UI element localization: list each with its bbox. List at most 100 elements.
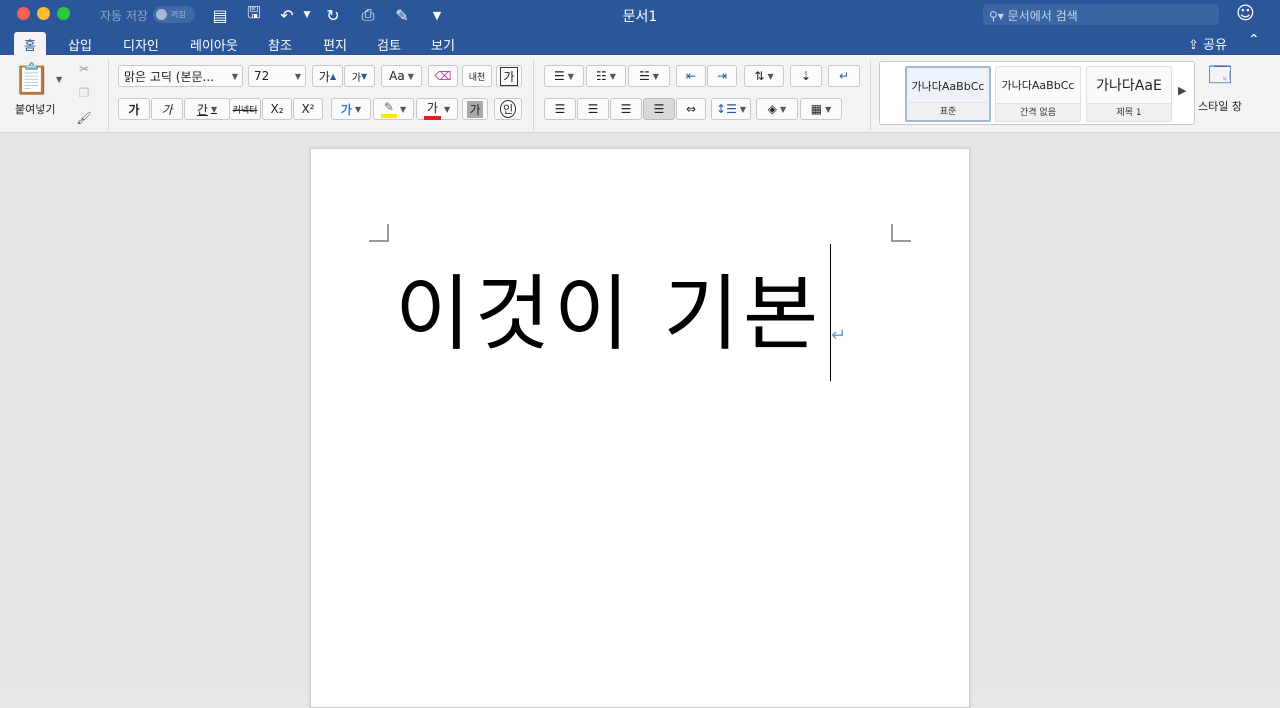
tab-references[interactable]: 참조 [258,32,302,55]
increase-indent-icon[interactable]: ⇥ [707,65,737,87]
character-border-label: 가 [500,66,518,86]
customize-toolbar-icon[interactable]: ▼ [426,4,448,26]
paste-icon[interactable]: 📋 [12,59,52,99]
character-shading-label: 가 [467,100,483,118]
grow-font-button[interactable]: 가 ▲ [312,65,343,87]
line-spacing-button[interactable]: ↕☰ ▼ [711,98,751,120]
font-name-select[interactable]: 맑은 고딕 (본문... ▼ [118,65,243,87]
tab-mailings[interactable]: 편지 [313,32,357,55]
multilevel-list-button[interactable]: ☱ ▼ [628,65,670,87]
phonetic-guide-button[interactable]: 내천 [462,65,492,87]
text-effects-dropdown-icon: ▼ [354,104,362,114]
font-size-select[interactable]: 72 ▼ [248,65,306,87]
tab-layout[interactable]: 레이아웃 [180,32,248,55]
tab-home[interactable]: 홈 [14,32,46,55]
copy-icon[interactable]: ❐ [73,82,95,104]
title-bar: 자동 저장 꺼짐 ▤ 🖫 ↶ ▼ ↻ ⎙ ✎ ▼ 문서1 ⚲▾ 문서에서 검색 … [0,0,1280,30]
clear-formatting-icon[interactable]: ⌫ [428,65,458,87]
document-body-text[interactable]: 이것이 기본 [395,267,822,363]
tab-view[interactable]: 보기 [421,32,465,55]
zoom-window-button[interactable] [57,7,70,20]
justify-icon[interactable]: ☰ [643,98,675,120]
highlight-button[interactable]: ✎ ▼ [373,98,414,120]
print-icon[interactable]: ⎙ [357,4,379,26]
shading-button[interactable]: ◈ ▼ [756,98,798,120]
redo-icon[interactable]: ↻ [322,4,344,26]
paste-dropdown-icon[interactable]: ▼ [56,75,62,84]
tab-design[interactable]: 디자인 [113,32,169,55]
group-separator [870,60,871,130]
show-formatting-marks-icon[interactable]: ↵ [828,65,860,87]
collapse-ribbon-icon[interactable]: ⌃ [1248,32,1260,48]
group-separator [533,60,534,130]
styles-pane-label[interactable]: 스타일 창 [1198,101,1242,113]
search-placeholder: 문서에서 검색 [1007,9,1078,23]
bullets-button[interactable]: ☰ ▼ [544,65,584,87]
cut-icon[interactable]: ✂ [73,58,95,80]
feedback-smiley-icon[interactable]: ☺ [1236,3,1255,24]
numbering-button[interactable]: ☷ ▼ [586,65,626,87]
bold-button[interactable]: 가 [118,98,150,120]
font-size-value: 72 [254,69,270,83]
sidebar-toggle-icon[interactable]: ▤ [209,4,231,26]
change-case-dropdown-icon: ▼ [407,71,414,81]
text-cursor [830,244,831,381]
styles-more-icon[interactable]: ▶ [1178,84,1186,97]
tab-review[interactable]: 검토 [367,32,411,55]
group-separator [108,60,109,130]
align-right-icon[interactable]: ☰ [610,98,642,120]
character-border-button[interactable]: 가 [496,65,522,87]
shading-dropdown-icon: ▼ [780,104,787,114]
shrink-font-button[interactable]: 가 ▼ [344,65,375,87]
style-name: 표준 [907,102,989,120]
align-center-icon[interactable]: ☰ [577,98,609,120]
autosave-toggle[interactable]: 꺼짐 [153,6,195,23]
share-icon: ⇪ [1188,38,1204,53]
style-sample: 가나다AaBbCc [1001,79,1075,92]
font-name-value: 맑은 고딕 (본문... [124,69,214,84]
sort-icon[interactable]: ⇣ [790,65,822,87]
close-window-button[interactable] [17,7,30,20]
toggle-knob [156,9,167,20]
paragraph-mark-icon: ↵ [831,325,847,346]
subscript-button[interactable]: X₂ [262,98,292,120]
edit-document-icon[interactable]: ✎ [391,4,413,26]
decrease-indent-icon[interactable]: ⇤ [676,65,706,87]
underline-label: 간 [196,102,208,117]
enclose-characters-button[interactable]: 인 [494,98,522,120]
style-heading-1[interactable]: 가나다AaE 제목 1 [1086,66,1172,122]
change-case-button[interactable]: Aa ▼ [381,65,422,87]
shrink-arrow-icon: ▼ [361,71,368,81]
document-canvas[interactable]: 이것이 기본 ↵ [0,133,1280,708]
minimize-window-button[interactable] [37,7,50,20]
undo-dropdown-icon[interactable]: ▼ [296,4,318,26]
document-page[interactable]: 이것이 기본 ↵ [310,148,970,708]
styles-pane-icon[interactable]: 🗔 [1202,61,1238,93]
tab-insert[interactable]: 삽입 [58,32,102,55]
superscript-button[interactable]: X² [293,98,323,120]
share-button[interactable]: ⇪ 공유 [1188,34,1227,53]
style-normal[interactable]: 가나다AaBbCc 표준 [905,66,991,122]
save-icon[interactable]: 🖫 [243,3,265,26]
format-painter-icon[interactable]: 🖌 [73,107,95,129]
character-shading-button[interactable]: 가 [462,98,488,120]
italic-button[interactable]: 가 [151,98,183,120]
font-color-button[interactable]: 가 ▼ [416,98,458,120]
search-input[interactable]: ⚲▾ 문서에서 검색 [983,4,1219,25]
style-sample: 가나다AaE [1096,78,1162,94]
style-sample: 가나다AaBbCc [911,80,985,93]
text-effects-button[interactable]: 가 ▼ [331,98,371,120]
borders-button[interactable]: ▦ ▼ [800,98,842,120]
text-effects-label: 가 [340,102,352,117]
text-direction-button[interactable]: ⇅ ▼ [744,65,784,87]
text-direction-dropdown-icon: ▼ [767,71,774,81]
bullets-dropdown-icon: ▼ [567,71,574,81]
strikethrough-button[interactable]: 커넥터 [229,98,261,120]
font-color-dropdown-icon: ▼ [443,104,451,114]
grow-arrow-icon: ▲ [329,71,337,81]
align-left-icon[interactable]: ☰ [544,98,576,120]
style-no-spacing[interactable]: 가나다AaBbCc 간격 없음 [995,66,1081,122]
undo-icon[interactable]: ↶ [276,4,298,26]
underline-button[interactable]: 간 ▼ [184,98,230,120]
distributed-icon[interactable]: ⇔ [676,98,706,120]
